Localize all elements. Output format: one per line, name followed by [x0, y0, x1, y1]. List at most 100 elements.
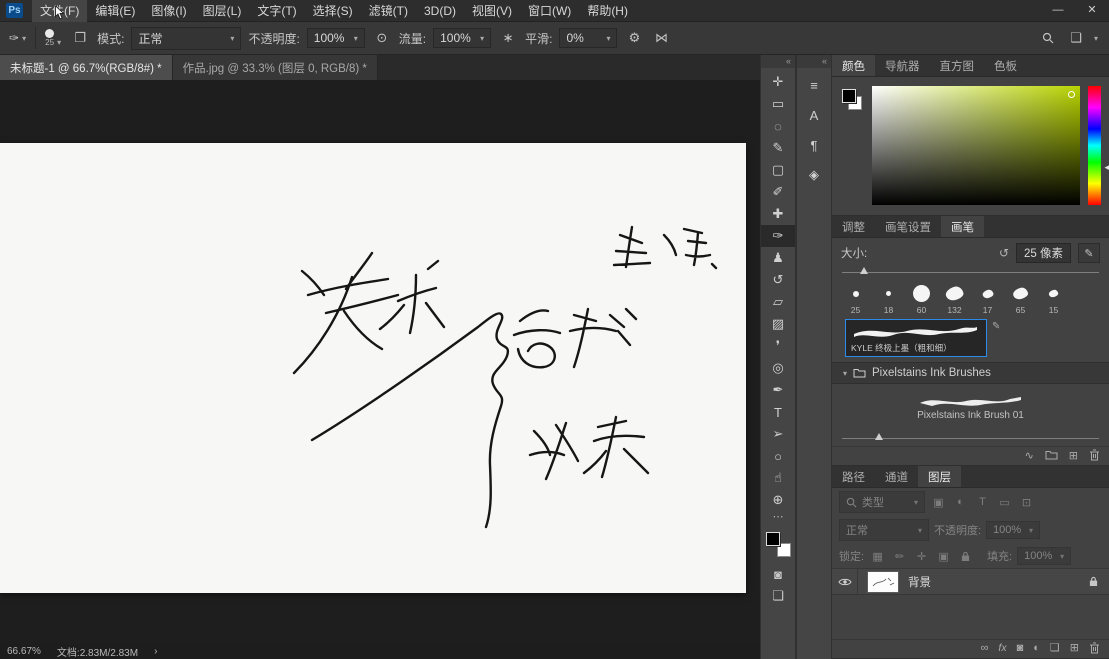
layer-filter-select[interactable]: 类型 ▾ — [839, 491, 925, 513]
slider-thumb[interactable] — [875, 433, 883, 440]
move-tool[interactable]: ✛ — [761, 71, 795, 93]
hand-tool[interactable]: ☝ — [761, 467, 795, 489]
panel-tab[interactable]: 色板 — [984, 55, 1027, 76]
eraser-tool[interactable]: ▱ — [761, 291, 795, 313]
pen-tool[interactable]: ✒ — [761, 379, 795, 401]
clone-stamp-tool[interactable]: ♟ — [761, 247, 795, 269]
paint-symmetry-icon[interactable]: ⋈ — [651, 27, 671, 49]
quick-mask-button[interactable]: ◙ — [761, 563, 795, 585]
add-layer-mask-icon[interactable]: ◙ — [1017, 642, 1024, 654]
search-icon[interactable] — [1038, 27, 1058, 49]
selected-brush[interactable]: KYLE 终极上墨（粗和细） — [845, 319, 987, 357]
screen-mode-button[interactable]: ❏ — [761, 585, 795, 607]
new-adjustment-layer-icon[interactable]: ◐ — [1033, 642, 1040, 654]
history-brush-tool[interactable]: ↺ — [761, 269, 795, 291]
背景[interactable]: 背景 — [832, 568, 1109, 595]
3d-panel-icon[interactable]: ◈ — [797, 162, 831, 188]
chevron-down-icon[interactable]: ▾ — [843, 369, 847, 378]
menu-item[interactable]: 文字(T) — [249, 0, 304, 22]
layer-thumbnail[interactable] — [867, 571, 899, 593]
type-tool[interactable]: T — [761, 401, 795, 423]
delete-layer-icon[interactable] — [1089, 642, 1100, 654]
spot-healing-brush-tool[interactable]: ✚ — [761, 203, 795, 225]
panel-tab[interactable]: 调整 — [832, 216, 875, 237]
collapse-panels-arrow[interactable]: « — [797, 55, 831, 68]
opacity-select[interactable]: 100%▾ — [307, 28, 365, 48]
menu-item[interactable]: 帮助(H) — [579, 0, 636, 22]
eyedropper-tool[interactable]: ✐ — [761, 181, 795, 203]
layer-blend-mode-select[interactable]: 正常 ▾ — [839, 519, 929, 541]
collapse-toolbar-arrow[interactable]: « — [761, 55, 795, 68]
minimize-button[interactable]: — — [1041, 0, 1075, 21]
brush-list-slider[interactable] — [842, 432, 1099, 444]
new-group-icon[interactable]: ❏ — [1050, 641, 1060, 654]
panel-tab[interactable]: 直方图 — [930, 55, 985, 76]
airbrush-icon[interactable]: ∗ — [498, 27, 518, 49]
foreground-color-swatch[interactable] — [766, 532, 780, 546]
zoom-level[interactable]: 66.67% — [7, 646, 41, 657]
menu-item[interactable]: 滤镜(T) — [361, 0, 416, 22]
quick-selection-tool[interactable]: ✎ — [761, 137, 795, 159]
new-brush-group-icon[interactable] — [1045, 450, 1058, 460]
lasso-tool[interactable]: ◌ — [761, 115, 795, 137]
zoom-tool[interactable]: ⊕ — [761, 489, 795, 511]
character-panel-icon[interactable]: A — [797, 102, 831, 128]
brush-preset[interactable]: 17 — [972, 282, 1003, 315]
brush-tool[interactable]: ✑ — [761, 225, 795, 247]
filter-pixel-layers-icon[interactable]: ▣ — [930, 494, 947, 510]
toggle-brush-settings-icon[interactable]: ❐ — [70, 27, 90, 49]
layer-effects-icon[interactable]: fx — [998, 642, 1006, 654]
smoothing-options-gear-icon[interactable]: ⚙ — [624, 27, 644, 49]
marquee-tool[interactable]: ▭ — [761, 93, 795, 115]
panel-tab[interactable]: 图层 — [918, 466, 961, 487]
brush-settings-panel-icon[interactable]: ✎ — [1078, 243, 1100, 263]
canvas[interactable] — [0, 143, 746, 593]
brush-preset[interactable]: 60 — [906, 282, 937, 315]
slider-thumb[interactable] — [860, 267, 868, 274]
filter-smart-objects-icon[interactable]: ⊡ — [1018, 494, 1035, 510]
panel-tab[interactable]: 导航器 — [875, 55, 930, 76]
lock-artboard-icon[interactable]: ▣ — [935, 548, 952, 564]
flow-select[interactable]: 100%▾ — [433, 28, 491, 48]
blur-tool[interactable]: ❜ — [761, 335, 795, 357]
pressure-opacity-icon[interactable]: ⊙ — [372, 27, 392, 49]
layer-fill-input[interactable]: 100% ▾ — [1017, 547, 1071, 565]
saturation-brightness-field[interactable] — [872, 86, 1080, 205]
close-button[interactable]: ✕ — [1075, 0, 1109, 21]
layer-opacity-input[interactable]: 100% ▾ — [986, 521, 1040, 539]
brush-preset[interactable]: 65 — [1005, 282, 1036, 315]
brush-group-row[interactable]: ▾ Pixelstains Ink Brushes — [832, 362, 1109, 384]
paragraph-panel-icon[interactable]: ¶ — [797, 132, 831, 158]
lock-transparent-pixels-icon[interactable]: ▦ — [869, 548, 886, 564]
filter-shape-layers-icon[interactable]: ▭ — [996, 494, 1013, 510]
brush-preset[interactable]: 18 — [873, 282, 904, 315]
menu-item[interactable]: 3D(D) — [416, 1, 464, 21]
lock-position-icon[interactable]: ✛ — [913, 548, 930, 564]
document-tab[interactable]: 未标题-1 @ 66.7%(RGB/8#) * — [0, 55, 173, 80]
menu-item[interactable]: 选择(S) — [305, 0, 361, 22]
foreground-color-swatch[interactable] — [842, 89, 856, 103]
status-arrow-icon[interactable]: › — [154, 646, 157, 657]
menu-item[interactable]: 图像(I) — [143, 0, 194, 22]
brush-preset[interactable]: 25 — [840, 282, 871, 315]
hue-slider[interactable] — [1088, 86, 1101, 205]
menu-item[interactable]: 视图(V) — [464, 0, 520, 22]
panel-tab[interactable]: 画笔设置 — [875, 216, 941, 237]
filter-adjustment-layers-icon[interactable]: ◐ — [952, 494, 969, 510]
brush-size-input[interactable]: 25 像素 — [1016, 243, 1071, 263]
panel-tab[interactable]: 颜色 — [832, 55, 875, 76]
brush-preset[interactable]: 132 — [939, 282, 970, 315]
panel-tab[interactable]: 路径 — [832, 466, 875, 487]
workspace-switcher-icon[interactable]: ❏ — [1066, 27, 1086, 49]
document-tab[interactable]: 作品.jpg @ 33.3% (图层 0, RGB/8) * — [173, 55, 378, 80]
menu-item[interactable]: 窗口(W) — [520, 0, 579, 22]
layer-visibility-toggle[interactable] — [832, 569, 858, 594]
lock-image-pixels-icon[interactable]: ✏ — [891, 548, 908, 564]
menu-item[interactable]: 图层(L) — [195, 0, 250, 22]
blend-mode-select[interactable]: 正常▾ — [131, 27, 241, 50]
delete-brush-icon[interactable] — [1089, 449, 1100, 461]
brush-stroke-preview-toggle-icon[interactable]: ∿ — [1025, 449, 1034, 462]
dodge-tool[interactable]: ◎ — [761, 357, 795, 379]
new-brush-icon[interactable]: ⊞ — [1069, 449, 1078, 462]
panel-tab[interactable]: 通道 — [875, 466, 918, 487]
